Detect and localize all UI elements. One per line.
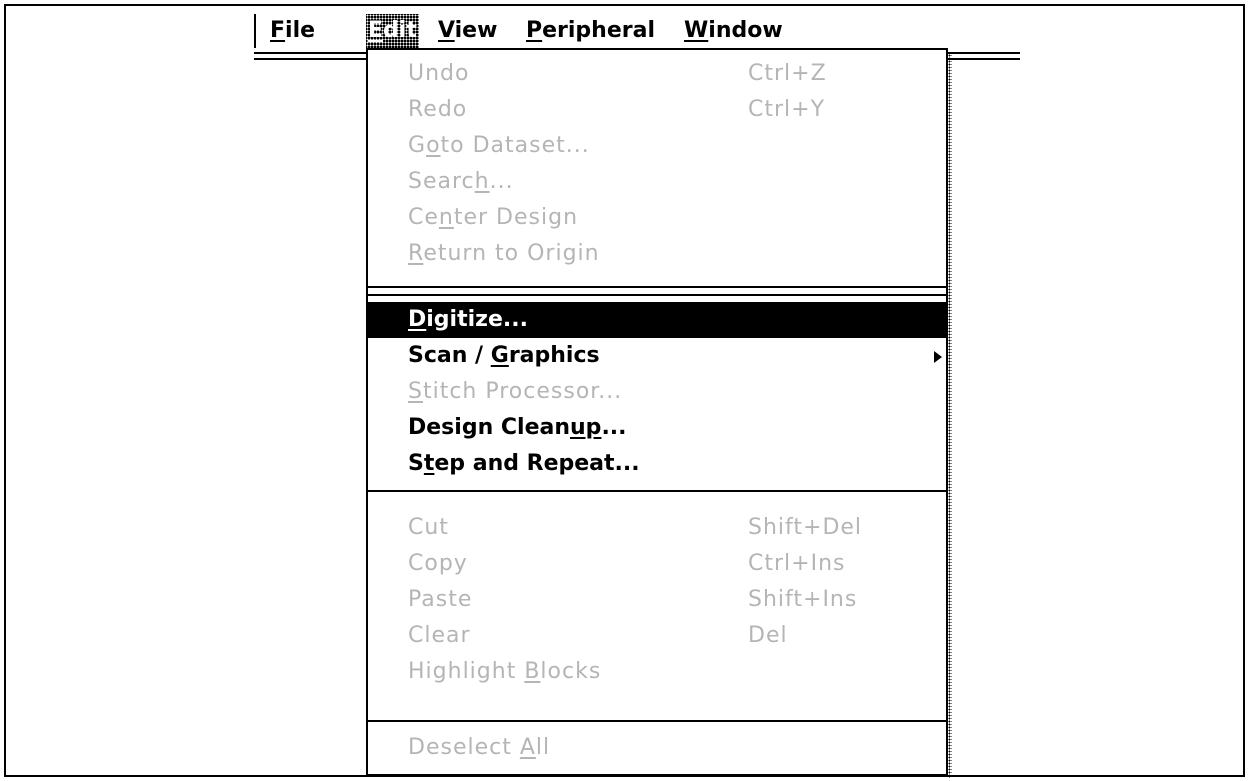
- menu-item-center-design[interactable]: Center Design: [368, 200, 946, 236]
- menu-bar-underline-left: [254, 52, 366, 54]
- menu-separator: [368, 286, 946, 288]
- menu-file-mnemonic: F: [270, 18, 286, 43]
- menu-peripheral[interactable]: Peripheral: [524, 14, 657, 48]
- menu-view[interactable]: View: [436, 14, 499, 48]
- menu-bar-underline-left-2: [254, 58, 366, 60]
- menu-peripheral-mnemonic: P: [526, 18, 543, 43]
- menu-item-undo[interactable]: Undo Ctrl+Z: [368, 56, 946, 92]
- menu-window-label: indow: [708, 18, 783, 43]
- menu-item-highlight-blocks[interactable]: Highlight Blocks: [368, 654, 946, 690]
- menu-item-search-label: Search...: [408, 169, 514, 194]
- menu-item-digitize-label: Digitize...: [408, 307, 528, 332]
- menu-item-copy[interactable]: Copy Ctrl+Ins: [368, 546, 946, 582]
- menu-item-redo-shortcut: Ctrl+Y: [748, 97, 826, 122]
- menu-item-search[interactable]: Search...: [368, 164, 946, 200]
- menu-item-stitch-processor-label: Stitch Processor...: [408, 379, 623, 404]
- menu-item-design-cleanup[interactable]: Design Cleanup...: [368, 410, 946, 446]
- menu-item-cut-label: Cut: [408, 515, 449, 540]
- menu-view-mnemonic: V: [438, 18, 455, 43]
- menu-item-redo[interactable]: Redo Ctrl+Y: [368, 92, 946, 128]
- menu-bar-divider: [254, 14, 256, 48]
- menu-window[interactable]: Window: [682, 14, 785, 48]
- menu-item-highlight-blocks-label: Highlight Blocks: [408, 659, 602, 684]
- menu-bar-underline-right: [948, 52, 1020, 54]
- menu-separator: [368, 294, 946, 296]
- menu-item-clear[interactable]: Clear Del: [368, 618, 946, 654]
- menu-item-scan-graphics-label: Scan / Graphics: [408, 343, 600, 368]
- menu-item-paste-label: Paste: [408, 587, 473, 612]
- menu-item-redo-label: Redo: [408, 97, 468, 122]
- menu-item-digitize[interactable]: Digitize...: [368, 302, 946, 338]
- menu-item-cut[interactable]: Cut Shift+Del: [368, 510, 946, 546]
- menu-view-label: iew: [454, 18, 498, 43]
- menu-item-stitch-processor[interactable]: Stitch Processor...: [368, 374, 946, 410]
- menu-item-design-cleanup-label: Design Cleanup...: [408, 415, 627, 440]
- submenu-arrow-icon: [934, 351, 942, 363]
- menu-item-deselect-all-label: Deselect All: [408, 735, 551, 760]
- menu-item-step-and-repeat[interactable]: Step and Repeat...: [368, 446, 946, 482]
- menu-item-return-to-origin-label: Return to Origin: [408, 241, 600, 266]
- menu-item-undo-label: Undo: [408, 61, 470, 86]
- menu-item-clear-label: Clear: [408, 623, 471, 648]
- menu-edit-mnemonic: E: [368, 18, 384, 43]
- menu-item-center-design-label: Center Design: [408, 205, 579, 230]
- menu-item-clear-shortcut: Del: [748, 623, 788, 648]
- menu-edit-label: dit: [383, 18, 417, 43]
- edit-menu-dropdown: Undo Ctrl+Z Redo Ctrl+Y Goto Dataset... …: [366, 48, 952, 778]
- menu-file[interactable]: File: [268, 14, 317, 48]
- menu-item-return-to-origin[interactable]: Return to Origin: [368, 236, 946, 272]
- menu-item-copy-shortcut: Ctrl+Ins: [748, 551, 846, 576]
- menu-item-copy-label: Copy: [408, 551, 468, 576]
- menu-window-mnemonic: W: [684, 18, 709, 43]
- menu-separator: [368, 490, 946, 492]
- menu-file-label: ile: [285, 18, 316, 43]
- menu-edit[interactable]: Edit: [366, 14, 419, 48]
- menu-item-goto-dataset-label: Goto Dataset...: [408, 133, 590, 158]
- menu-item-goto-dataset[interactable]: Goto Dataset...: [368, 128, 946, 164]
- menu-bar-underline-right-2: [948, 58, 1020, 60]
- menu-item-paste[interactable]: Paste Shift+Ins: [368, 582, 946, 618]
- menu-separator: [368, 720, 946, 722]
- menu-item-cut-shortcut: Shift+Del: [748, 515, 863, 540]
- menu-bar: File Edit View Peripheral Window: [254, 12, 1020, 60]
- menu-item-step-and-repeat-label: Step and Repeat...: [408, 451, 640, 476]
- menu-item-paste-shortcut: Shift+Ins: [748, 587, 858, 612]
- menu-item-scan-graphics[interactable]: Scan / Graphics: [368, 338, 946, 374]
- menu-peripheral-label: eripheral: [542, 18, 656, 43]
- menu-item-deselect-all[interactable]: Deselect All: [368, 730, 946, 766]
- menu-item-undo-shortcut: Ctrl+Z: [748, 61, 827, 86]
